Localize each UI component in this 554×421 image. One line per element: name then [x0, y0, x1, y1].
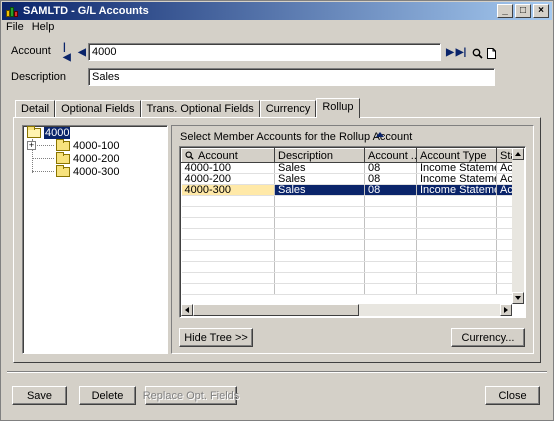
empty-row[interactable] [181, 206, 515, 218]
scroll-right-icon[interactable] [500, 304, 512, 316]
tab-rollup[interactable]: Rollup [316, 98, 360, 118]
window-title: SAMLTD - G/L Accounts [23, 5, 149, 17]
cell-description: Sales [274, 162, 365, 174]
table-row[interactable]: 4000-200 Sales 08 Income Statement Act [181, 173, 515, 185]
cell-account[interactable]: 4000-300 [181, 184, 275, 196]
divider [7, 371, 547, 373]
empty-row[interactable] [181, 272, 515, 284]
cell-account: 4000-200 [181, 173, 275, 185]
scroll-up-icon[interactable] [512, 148, 524, 160]
collapse-up-arrow-icon[interactable] [376, 132, 384, 137]
tab-currency[interactable]: Currency [259, 100, 317, 118]
description-input[interactable]: Sales [88, 68, 495, 86]
tree-node-label: 4000-300 [73, 166, 120, 178]
title-bar[interactable]: SAMLTD - G/L Accounts _ □ × [2, 2, 552, 20]
currency-button[interactable]: Currency... [451, 328, 525, 347]
member-accounts-grid[interactable]: Account Description Account ... Account … [179, 146, 526, 318]
close-window-button[interactable]: × [533, 4, 549, 18]
cell-account: 4000-100 [181, 162, 275, 174]
description-label: Description [11, 71, 67, 83]
folder-icon [56, 165, 70, 177]
first-record-icon[interactable]: |◀ [63, 43, 73, 63]
column-header-account-group[interactable]: Account ... [364, 148, 417, 163]
next-record-icon[interactable]: ▶ [445, 47, 455, 59]
tree-node-child[interactable]: 4000-100 [56, 139, 120, 152]
cell-account-type: Income Statement [416, 173, 497, 185]
account-label: Account [11, 45, 51, 57]
tree-node-label: 4000-100 [73, 140, 120, 152]
cell-account-group: 08 [364, 173, 417, 185]
folder-icon [56, 152, 70, 164]
tab-detail[interactable]: Detail [15, 100, 56, 118]
minimize-button[interactable]: _ [497, 4, 513, 18]
horizontal-scrollbar[interactable] [181, 304, 512, 316]
empty-row[interactable] [181, 217, 515, 229]
cell-description: Sales [274, 184, 365, 196]
tree-node-label: 4000-200 [73, 153, 120, 165]
empty-row[interactable] [181, 239, 515, 251]
tree-node-label: 4000 [44, 127, 71, 139]
cell-account-group: 08 [364, 184, 417, 196]
empty-row[interactable] [181, 195, 515, 207]
open-folder-icon [27, 126, 41, 138]
replace-opt-fields-button[interactable]: Replace Opt. Fields [143, 386, 239, 405]
tab-strip: Detail Optional Fields Trans. Optional F… [15, 98, 360, 118]
scroll-down-icon[interactable] [512, 292, 524, 304]
empty-row[interactable] [181, 283, 515, 295]
table-row-selected[interactable]: 4000-300 Sales 08 Income Statement Act [181, 184, 515, 196]
expand-plus-icon[interactable]: + [27, 141, 36, 150]
search-icon [185, 150, 194, 160]
new-document-icon[interactable] [486, 46, 497, 60]
empty-row[interactable] [181, 250, 515, 262]
menu-file[interactable]: File [2, 20, 28, 36]
cell-account-group: 08 [364, 162, 417, 174]
account-input[interactable]: 4000 [88, 43, 441, 61]
empty-row[interactable] [181, 261, 515, 273]
save-button[interactable]: Save [12, 386, 67, 405]
account-tree[interactable]: 4000 + 4000-100 4000-200 4000-300 [22, 125, 168, 354]
empty-row[interactable] [181, 228, 515, 240]
horizontal-scroll-thumb[interactable] [193, 304, 359, 316]
grid-header-row: Account Description Account ... Account … [181, 148, 515, 163]
tab-optional-fields[interactable]: Optional Fields [55, 100, 141, 118]
menu-bar: File Help [2, 20, 58, 36]
cell-account-type: Income Statement [416, 162, 497, 174]
vertical-scrollbar[interactable] [512, 148, 524, 304]
cell-account-type: Income Statement [416, 184, 497, 196]
table-row[interactable]: 4000-100 Sales 08 Income Statement Act [181, 162, 515, 174]
tab-trans-optional-fields[interactable]: Trans. Optional Fields [140, 100, 260, 118]
tree-node-child[interactable]: 4000-200 [56, 152, 120, 165]
menu-help[interactable]: Help [28, 20, 59, 36]
close-button[interactable]: Close [485, 386, 540, 405]
finder-search-icon[interactable] [471, 46, 483, 60]
column-header-account[interactable]: Account [181, 148, 275, 163]
folder-icon [56, 139, 70, 151]
last-record-icon[interactable]: ▶| [456, 47, 467, 59]
previous-record-icon[interactable]: ◀ [77, 47, 87, 59]
cell-description: Sales [274, 173, 365, 185]
gl-accounts-window: SAMLTD - G/L Accounts _ □ × File Help Ac… [0, 0, 554, 421]
scroll-left-icon[interactable] [181, 304, 193, 316]
column-header-description[interactable]: Description [274, 148, 365, 163]
hide-tree-button[interactable]: Hide Tree >> [179, 328, 253, 347]
app-chart-icon [6, 6, 19, 17]
tree-node-child[interactable]: 4000-300 [56, 165, 120, 178]
maximize-button[interactable]: □ [515, 4, 531, 18]
delete-button[interactable]: Delete [79, 386, 136, 405]
tree-node-root[interactable]: 4000 [27, 126, 71, 139]
column-header-account-type[interactable]: Account Type [416, 148, 497, 163]
